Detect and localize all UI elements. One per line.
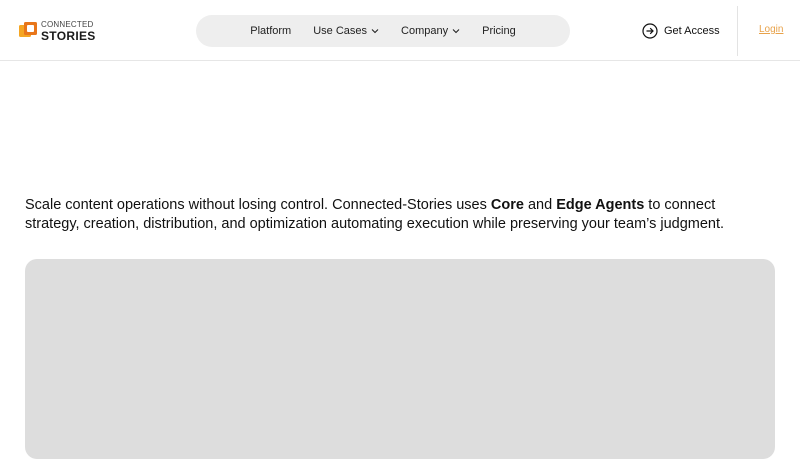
nav-item-label: Company <box>401 25 449 37</box>
nav-item-label: Use Cases <box>313 25 368 37</box>
arrow-right-circle-icon <box>642 23 658 39</box>
nav-item-platform[interactable]: Platform <box>250 25 291 37</box>
nav-item-use-cases[interactable]: Use Cases <box>313 25 379 37</box>
intro-bold-core: Core <box>490 197 524 213</box>
nav-item-label: Pricing <box>482 25 516 37</box>
brand-logo-icon <box>19 22 37 37</box>
login-link[interactable]: Login <box>759 24 783 35</box>
nav-item-pricing[interactable]: Pricing <box>482 25 516 37</box>
chevron-down-icon <box>371 29 379 34</box>
get-access-button[interactable]: Get Access <box>642 22 720 40</box>
brand-wordmark: CONNECTED STORIES <box>41 19 96 43</box>
nav-item-label: Platform <box>250 25 292 37</box>
chevron-down-icon <box>452 29 460 34</box>
media-placeholder-panel <box>25 259 775 459</box>
header-divider <box>737 6 738 56</box>
site-header: CONNECTED STORIES Platform Use Cases Com… <box>0 0 800 61</box>
intro-bold-edge-agents: Edge Agents <box>556 197 645 213</box>
intro-text-1: Scale content operations without losing … <box>25 197 491 213</box>
brand-line2: STORIES <box>41 28 96 43</box>
intro-paragraph: Scale content operations without losing … <box>25 196 765 234</box>
brand-logo[interactable]: CONNECTED STORIES <box>19 20 96 42</box>
intro-text-2: and <box>523 197 557 213</box>
get-access-label: Get Access <box>664 25 720 37</box>
nav-item-company[interactable]: Company <box>401 25 460 37</box>
main-nav: Platform Use Cases Company Pricing <box>196 15 570 47</box>
brand-line1: CONNECTED <box>41 19 94 29</box>
